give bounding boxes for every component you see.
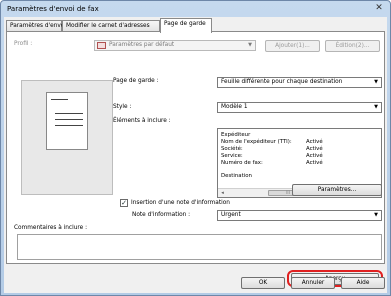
chevron-down-icon: ▼ bbox=[374, 212, 378, 218]
style-dropdown[interactable]: Modèle 1 ▼ bbox=[217, 102, 382, 113]
preview-paper bbox=[46, 92, 88, 150]
list-item: Nom de l'expéditeur (TTI): bbox=[221, 139, 292, 145]
cancel-button[interactable]: Annuler bbox=[291, 277, 335, 289]
preview-line bbox=[55, 119, 83, 120]
info-note-checkbox[interactable]: ✓ bbox=[120, 199, 128, 207]
style-label: Style : bbox=[113, 104, 132, 110]
add-profile-button[interactable]: Ajouter(1)... bbox=[265, 40, 320, 52]
profile-icon bbox=[97, 42, 106, 49]
list-item: Numéro de fax: bbox=[221, 160, 263, 166]
info-note-label: Note d'information : bbox=[132, 212, 191, 218]
list-item: Expéditeur bbox=[221, 132, 251, 138]
edit-profile-button[interactable]: Édition(2)... bbox=[325, 40, 380, 52]
tab-cover-page[interactable]: Page de garde bbox=[160, 18, 212, 33]
list-item-value: Activé bbox=[306, 139, 323, 145]
profile-value: Paramètres par défaut bbox=[109, 42, 175, 48]
preview-line bbox=[51, 99, 68, 100]
cover-page-dropdown[interactable]: Feuille différente pour chaque destinati… bbox=[217, 77, 382, 88]
preview-line bbox=[55, 113, 83, 114]
ok-button[interactable]: OK bbox=[241, 277, 285, 289]
window-title: Paramètres d'envoi de fax bbox=[7, 5, 99, 13]
chevron-down-icon: ▼ bbox=[374, 104, 378, 110]
close-icon[interactable]: ✕ bbox=[372, 3, 386, 14]
chevron-down-icon: ▼ bbox=[374, 79, 378, 85]
list-item: Service: bbox=[221, 153, 243, 159]
preview-line bbox=[55, 125, 83, 126]
cover-page-label: Page de garde : bbox=[113, 78, 159, 84]
comments-textarea[interactable] bbox=[17, 234, 382, 260]
list-item-value: Activé bbox=[306, 146, 323, 152]
info-note-value: Urgent bbox=[221, 212, 241, 218]
style-value: Modèle 1 bbox=[221, 104, 248, 110]
list-item-value: Activé bbox=[306, 160, 323, 166]
fax-settings-window: Paramètres d'envoi de fax ✕ Paramètres d… bbox=[0, 0, 391, 296]
info-note-dropdown[interactable]: Urgent ▼ bbox=[217, 210, 382, 221]
scroll-left-icon[interactable]: ◂ bbox=[218, 189, 227, 197]
title-bar[interactable]: Paramètres d'envoi de fax ✕ bbox=[1, 1, 390, 17]
settings-button[interactable]: Paramètres... bbox=[292, 184, 382, 196]
dialog-client: Paramètres d'envoi Modifier le carnet d'… bbox=[4, 17, 387, 293]
profile-label: Profil : bbox=[14, 41, 33, 47]
chevron-down-icon: ▼ bbox=[248, 42, 252, 48]
items-label: Éléments à inclure : bbox=[113, 118, 171, 124]
checkmark-icon: ✓ bbox=[121, 199, 127, 207]
list-item: Société: bbox=[221, 146, 243, 152]
list-item: Destination bbox=[221, 173, 252, 179]
profile-dropdown[interactable]: Paramètres par défaut ▼ bbox=[94, 40, 256, 51]
cover-page-panel: Profil : Paramètres par défaut ▼ Ajouter… bbox=[6, 31, 385, 264]
cover-page-preview bbox=[21, 80, 113, 195]
help-button[interactable]: Aide bbox=[341, 277, 385, 289]
comments-label: Commentaires à inclure : bbox=[14, 225, 88, 231]
info-note-checkbox-label[interactable]: Insertion d'une note d'information bbox=[131, 200, 230, 206]
list-item-value: Activé bbox=[306, 153, 323, 159]
cover-page-value: Feuille différente pour chaque destinati… bbox=[221, 79, 343, 85]
